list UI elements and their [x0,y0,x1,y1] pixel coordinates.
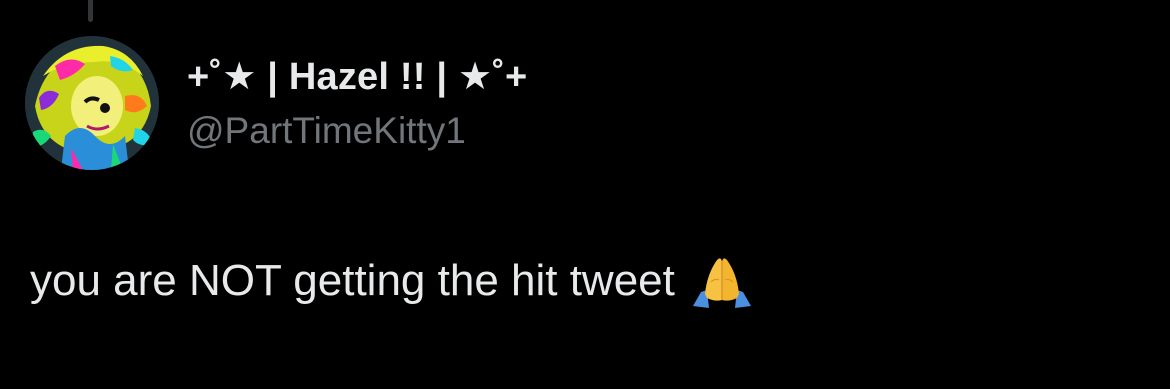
thread-connector-line [88,0,93,22]
avatar-image [25,36,159,170]
author-handle[interactable]: @PartTimeKitty1 [187,110,466,152]
tweet-body: you are NOT getting the hit tweet [30,252,755,310]
folded-hands-icon [689,252,755,310]
tweet-text: you are NOT getting the hit tweet [30,256,675,305]
avatar[interactable] [25,36,159,170]
author-display-name[interactable]: +˚★ | Hazel !! | ★˚+ [187,54,527,99]
